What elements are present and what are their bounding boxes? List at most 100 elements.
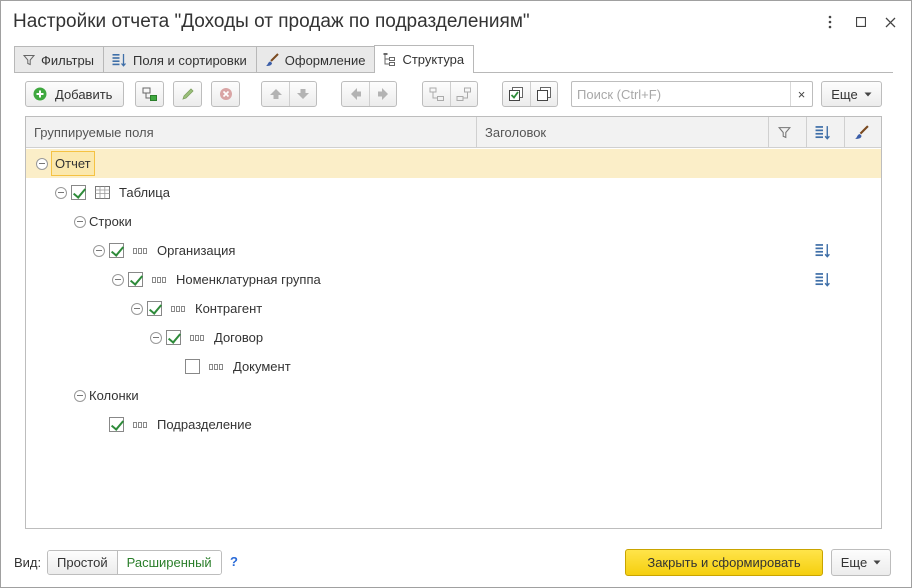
filter-icon	[23, 55, 35, 66]
tree-row-label: Договор	[214, 330, 264, 345]
caret-down-icon	[873, 560, 881, 565]
brush-icon	[855, 124, 869, 139]
field-icon	[209, 352, 223, 381]
collapse-toggle-icon[interactable]	[74, 207, 86, 236]
collapse-toggle-icon[interactable]	[131, 294, 143, 323]
tree-row-label-cell: Контрагент	[195, 294, 262, 323]
table-icon	[95, 178, 110, 207]
transfer-down-button[interactable]	[450, 82, 477, 106]
tree-row[interactable]: Организация	[26, 236, 881, 265]
footer-more-button[interactable]: Еще	[831, 549, 891, 576]
brush-icon	[265, 53, 279, 66]
column-header-sort[interactable]	[815, 117, 831, 147]
transfer-group	[422, 81, 478, 107]
column-header-filter[interactable]	[778, 117, 791, 147]
column-header-grouped-fields[interactable]: Группируемые поля	[34, 117, 154, 147]
tree-row-label-cell: Документ	[233, 352, 291, 381]
edit-button[interactable]	[173, 81, 202, 107]
tree-row-label: Таблица	[119, 185, 170, 200]
search-input[interactable]	[572, 82, 790, 106]
row-checkbox[interactable]	[109, 410, 124, 439]
field-icon	[152, 265, 166, 294]
add-button[interactable]: Добавить	[25, 81, 124, 107]
row-checkbox[interactable]	[147, 294, 162, 323]
toolbar: Добавить × Еще	[25, 81, 885, 108]
collapse-toggle-icon[interactable]	[74, 381, 86, 410]
tab-label: Фильтры	[41, 52, 95, 68]
tree-row[interactable]: Строки	[26, 207, 881, 236]
view-extended-button[interactable]: Расширенный	[116, 551, 221, 574]
arrow-down-icon	[297, 89, 309, 99]
tree-row[interactable]: Номенклатурная группа	[26, 265, 881, 294]
tree-row[interactable]: Отчет	[26, 149, 881, 178]
uncheck-all-icon	[536, 86, 551, 101]
row-checkbox[interactable]	[166, 323, 181, 352]
tab-structure[interactable]: Структура	[374, 45, 475, 73]
tree-row[interactable]: Документ	[26, 352, 881, 381]
field-icon	[190, 323, 204, 352]
view-simple-button[interactable]: Простой	[48, 551, 117, 574]
move-left-button[interactable]	[342, 82, 369, 106]
tree-row[interactable]: Таблица	[26, 178, 881, 207]
row-checkbox[interactable]	[128, 265, 143, 294]
tab-label: Поля и сортировки	[133, 52, 247, 68]
add-button-label: Добавить	[55, 86, 113, 102]
tab-filters[interactable]: Фильтры	[14, 46, 105, 73]
more-button[interactable]: Еще	[821, 81, 882, 107]
tree-row-label: Подразделение	[157, 417, 252, 432]
title-bar: Настройки отчета "Доходы от продаж по по…	[1, 1, 911, 43]
group-add-button[interactable]	[135, 81, 164, 107]
sort-fields-icon[interactable]	[815, 236, 831, 265]
structure-grid: Группируемые поля Заголовок Отчет Таблица…	[25, 116, 882, 529]
move-down-button[interactable]	[289, 82, 316, 106]
tree-row-label-cell: Строки	[89, 207, 132, 236]
transfer-up-button[interactable]	[423, 82, 450, 106]
pencil-icon	[181, 88, 194, 100]
maximize-icon[interactable]	[848, 9, 874, 35]
arrow-right-icon	[378, 88, 388, 100]
close-icon[interactable]	[877, 9, 903, 35]
sort-fields-icon[interactable]	[815, 265, 831, 294]
row-checkbox[interactable]	[185, 352, 200, 381]
collapse-toggle-icon[interactable]	[36, 149, 48, 178]
delete-icon	[219, 88, 232, 100]
tab-label: Структура	[402, 52, 465, 67]
transfer-down-icon	[456, 87, 471, 101]
tree-row-label-cell: Номенклатурная группа	[176, 265, 321, 294]
tree-row[interactable]: Колонки	[26, 381, 881, 410]
tree-row-label: Документ	[233, 359, 291, 374]
collapse-toggle-icon[interactable]	[93, 236, 105, 265]
field-icon	[133, 236, 147, 265]
uncheck-all-button[interactable]	[530, 82, 557, 106]
move-up-button[interactable]	[262, 82, 289, 106]
tree-row-label-cell: Отчет	[51, 149, 95, 178]
column-header-title[interactable]: Заголовок	[485, 117, 546, 147]
view-label: Вид:	[14, 555, 42, 570]
tree-row-label: Строки	[89, 214, 132, 229]
tree-row-label-cell: Договор	[214, 323, 263, 352]
row-checkbox[interactable]	[109, 236, 124, 265]
close-and-generate-button[interactable]: Закрыть и сформировать	[625, 549, 823, 576]
collapse-toggle-icon[interactable]	[55, 178, 67, 207]
tab-bar: Фильтры Поля и сортировки Оформление Стр…	[14, 45, 475, 73]
tab-fields-sorting[interactable]: Поля и сортировки	[103, 46, 257, 73]
search-clear-button[interactable]: ×	[790, 82, 812, 106]
tree-row[interactable]: Подразделение	[26, 410, 881, 439]
row-checkbox[interactable]	[71, 178, 86, 207]
arrow-up-icon	[269, 89, 282, 99]
vertical-dots-icon[interactable]	[817, 9, 843, 35]
check-all-button[interactable]	[503, 82, 530, 106]
check-group	[502, 81, 558, 107]
field-icon	[133, 410, 147, 439]
tree-row[interactable]: Договор	[26, 323, 881, 352]
delete-button[interactable]	[211, 81, 240, 107]
tree-row-label: Контрагент	[195, 301, 263, 316]
move-right-button[interactable]	[369, 82, 396, 106]
collapse-toggle-icon[interactable]	[150, 323, 162, 352]
tab-appearance[interactable]: Оформление	[255, 46, 376, 73]
collapse-toggle-icon[interactable]	[112, 265, 124, 294]
column-header-appearance[interactable]	[854, 117, 869, 147]
help-link[interactable]: ?	[230, 554, 238, 569]
tree-row[interactable]: Контрагент	[26, 294, 881, 323]
check-all-icon	[509, 86, 523, 101]
